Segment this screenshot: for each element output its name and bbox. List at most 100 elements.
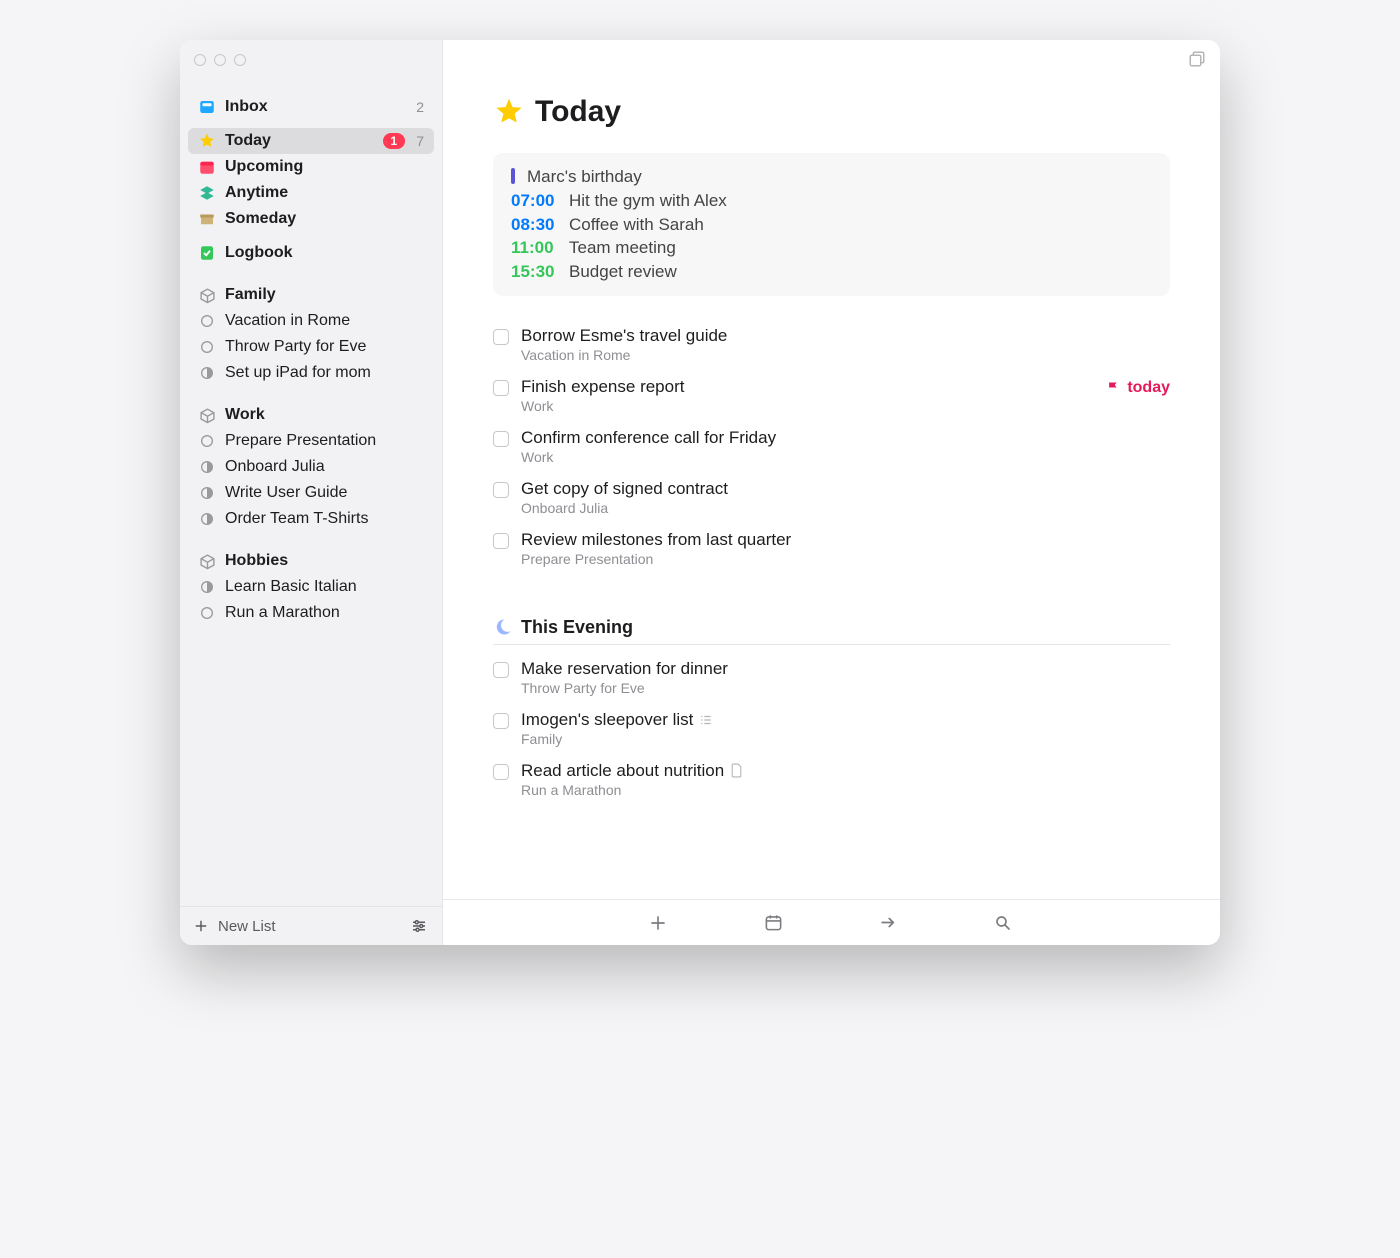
sidebar-item-today[interactable]: Today 1 7 xyxy=(188,128,434,154)
task-project: Throw Party for Eve xyxy=(521,680,1170,696)
task-row[interactable]: Borrow Esme's travel guide Vacation in R… xyxy=(493,326,1170,363)
sidebar-project[interactable]: Onboard Julia xyxy=(188,454,434,480)
schedule-event[interactable]: 08:30Coffee with Sarah xyxy=(511,213,1152,237)
event-title: Budget review xyxy=(569,260,677,284)
star-icon xyxy=(493,96,525,128)
task-checkbox[interactable] xyxy=(493,764,509,780)
sidebar-area[interactable]: Work xyxy=(188,402,434,428)
task-project: Onboard Julia xyxy=(521,500,1170,516)
task-row[interactable]: Make reservation for dinner Throw Party … xyxy=(493,659,1170,696)
task-project: Work xyxy=(521,449,1170,465)
bottom-toolbar xyxy=(443,899,1220,945)
project-progress-icon xyxy=(198,338,216,356)
plus-icon xyxy=(194,919,208,933)
project-label: Onboard Julia xyxy=(225,458,424,476)
task-row[interactable]: Confirm conference call for Friday Work xyxy=(493,428,1170,465)
sidebar-area[interactable]: Hobbies xyxy=(188,548,434,574)
sidebar-label: Today xyxy=(225,132,374,150)
project-progress-icon xyxy=(198,312,216,330)
deadline-label: today xyxy=(1127,379,1170,397)
sidebar-label: Logbook xyxy=(225,244,424,262)
new-window-button[interactable] xyxy=(1188,50,1206,68)
schedule-event[interactable]: 07:00Hit the gym with Alex xyxy=(511,189,1152,213)
task-title: Confirm conference call for Friday xyxy=(521,428,776,448)
moon-icon xyxy=(493,617,513,637)
task-row[interactable]: Imogen's sleepover list Family xyxy=(493,710,1170,747)
area-icon xyxy=(198,286,216,304)
project-progress-icon xyxy=(198,510,216,528)
task-checkbox[interactable] xyxy=(493,431,509,447)
sidebar-project[interactable]: Order Team T-Shirts xyxy=(188,506,434,532)
attachment-icon xyxy=(730,763,743,778)
sidebar-item-logbook[interactable]: Logbook xyxy=(188,240,434,266)
project-label: Write User Guide xyxy=(225,484,424,502)
settings-icon[interactable] xyxy=(410,917,428,935)
sidebar-project[interactable]: Run a Marathon xyxy=(188,600,434,626)
search-button[interactable] xyxy=(994,914,1014,932)
sidebar-area[interactable]: Family xyxy=(188,282,434,308)
evening-heading-label: This Evening xyxy=(521,617,633,638)
event-time: 15:30 xyxy=(511,260,561,284)
evening-tasks-list: Make reservation for dinner Throw Party … xyxy=(493,659,1170,798)
allday-indicator xyxy=(511,168,515,184)
sidebar-item-anytime[interactable]: Anytime xyxy=(188,180,434,206)
sidebar-project[interactable]: Learn Basic Italian xyxy=(188,574,434,600)
sidebar-footer: New List xyxy=(180,906,442,945)
task-title: Borrow Esme's travel guide xyxy=(521,326,727,346)
move-button[interactable] xyxy=(879,913,899,932)
window-controls xyxy=(180,40,442,76)
project-progress-icon xyxy=(198,604,216,622)
task-title: Make reservation for dinner xyxy=(521,659,728,679)
task-row[interactable]: Get copy of signed contract Onboard Juli… xyxy=(493,479,1170,516)
event-title: Team meeting xyxy=(569,236,676,260)
sidebar-project[interactable]: Prepare Presentation xyxy=(188,428,434,454)
schedule-event[interactable]: 15:30 Budget review xyxy=(511,260,1152,284)
project-label: Throw Party for Eve xyxy=(225,338,424,356)
app-window: Inbox 2 Today 1 7 Upcoming xyxy=(180,40,1220,945)
task-row[interactable]: Review milestones from last quarter Prep… xyxy=(493,530,1170,567)
sidebar-item-someday[interactable]: Someday xyxy=(188,206,434,232)
project-label: Prepare Presentation xyxy=(225,432,424,450)
task-checkbox[interactable] xyxy=(493,533,509,549)
event-title: Coffee with Sarah xyxy=(569,213,704,237)
task-checkbox[interactable] xyxy=(493,482,509,498)
project-label: Set up iPad for mom xyxy=(225,364,424,382)
task-row[interactable]: Finish expense report Work today xyxy=(493,377,1170,414)
task-checkbox[interactable] xyxy=(493,329,509,345)
sidebar-item-upcoming[interactable]: Upcoming xyxy=(188,154,434,180)
schedule-box[interactable]: Marc's birthday07:00Hit the gym with Ale… xyxy=(493,153,1170,296)
sidebar-project[interactable]: Vacation in Rome xyxy=(188,308,434,334)
sidebar-label: Someday xyxy=(225,210,424,228)
page-title-row: Today xyxy=(493,95,1170,129)
task-checkbox[interactable] xyxy=(493,380,509,396)
task-checkbox[interactable] xyxy=(493,662,509,678)
task-title: Read article about nutrition xyxy=(521,761,724,781)
minimize-window-button[interactable] xyxy=(214,54,226,66)
task-title: Get copy of signed contract xyxy=(521,479,728,499)
zoom-window-button[interactable] xyxy=(234,54,246,66)
calendar-icon xyxy=(198,158,216,176)
project-progress-icon xyxy=(198,578,216,596)
sidebar-project[interactable]: Throw Party for Eve xyxy=(188,334,434,360)
area-label: Family xyxy=(225,286,424,304)
sidebar-project[interactable]: Set up iPad for mom xyxy=(188,360,434,386)
sidebar-item-inbox[interactable]: Inbox 2 xyxy=(188,94,434,120)
task-project: Prepare Presentation xyxy=(521,551,1170,567)
new-list-button[interactable]: New List xyxy=(194,918,276,935)
project-progress-icon xyxy=(198,432,216,450)
evening-heading: This Evening xyxy=(493,617,1170,638)
schedule-event[interactable]: Marc's birthday xyxy=(511,165,1152,189)
area-label: Work xyxy=(225,406,424,424)
close-window-button[interactable] xyxy=(194,54,206,66)
inbox-icon xyxy=(198,98,216,116)
tasks-list: Borrow Esme's travel guide Vacation in R… xyxy=(493,326,1170,567)
project-label: Vacation in Rome xyxy=(225,312,424,330)
when-button[interactable] xyxy=(764,913,784,932)
schedule-event[interactable]: 11:00Team meeting xyxy=(511,236,1152,260)
area-icon xyxy=(198,406,216,424)
task-checkbox[interactable] xyxy=(493,713,509,729)
sidebar-project[interactable]: Write User Guide xyxy=(188,480,434,506)
task-row[interactable]: Read article about nutrition Run a Marat… xyxy=(493,761,1170,798)
new-task-button[interactable] xyxy=(649,914,669,932)
star-icon xyxy=(198,132,216,150)
